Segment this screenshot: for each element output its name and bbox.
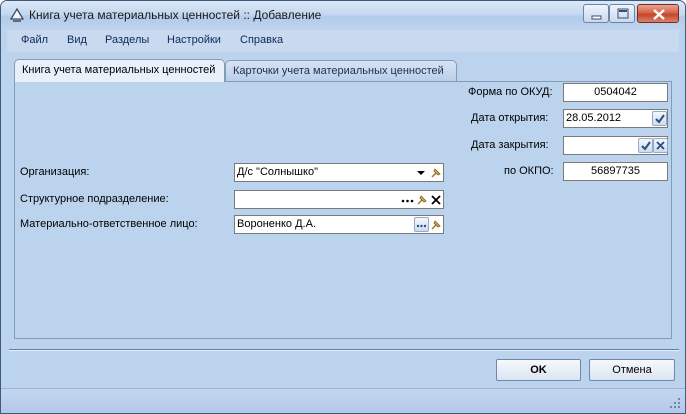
menu-help[interactable]: Справка bbox=[240, 34, 283, 46]
open-date-label: Дата открытия: bbox=[471, 112, 549, 124]
menu-sections[interactable]: Разделы bbox=[105, 34, 149, 46]
okud-label: Форма по ОКУД: bbox=[468, 86, 553, 98]
organization-field[interactable]: Д/с "Солнышко" bbox=[234, 163, 444, 182]
minimize-icon bbox=[591, 15, 602, 20]
organization-pin-button[interactable] bbox=[429, 165, 444, 180]
pin-icon bbox=[431, 168, 441, 178]
organization-value: Д/с "Солнышко" bbox=[237, 166, 318, 178]
ok-button[interactable]: OK bbox=[496, 359, 581, 381]
close-icon bbox=[653, 9, 665, 20]
tab-cards[interactable]: Карточки учета материальных ценностей bbox=[225, 60, 457, 82]
department-pin-button[interactable] bbox=[415, 192, 430, 207]
close-date-field[interactable] bbox=[563, 136, 668, 155]
okpo-field[interactable]: 56897735 bbox=[563, 162, 668, 181]
okpo-label: по ОКПО: bbox=[504, 165, 554, 177]
okpo-value: 56897735 bbox=[591, 165, 640, 177]
maximize-button[interactable] bbox=[609, 4, 635, 23]
responsible-person-value: Вороненко Д.А. bbox=[237, 218, 316, 230]
maximize-icon bbox=[617, 8, 629, 19]
ellipsis-icon bbox=[416, 224, 427, 228]
department-label: Структурное подразделение: bbox=[20, 193, 169, 205]
calendar-dropdown-button[interactable] bbox=[652, 111, 667, 126]
open-date-value: 28.05.2012 bbox=[566, 112, 622, 124]
minimize-button[interactable] bbox=[583, 4, 609, 23]
department-browse-button[interactable] bbox=[400, 192, 415, 207]
department-clear-button[interactable] bbox=[430, 192, 445, 207]
menu-view[interactable]: Вид bbox=[67, 34, 87, 46]
window-title: Книга учета материальных ценностей :: До… bbox=[29, 8, 322, 22]
checkmark-icon bbox=[655, 114, 665, 124]
responsible-person-pin-button[interactable] bbox=[429, 217, 444, 232]
divider bbox=[9, 349, 679, 351]
pin-icon bbox=[431, 220, 441, 230]
app-icon bbox=[9, 7, 25, 23]
dialog-window: Книга учета материальных ценностей :: До… bbox=[0, 0, 686, 414]
checkmark-icon bbox=[641, 141, 651, 151]
organization-label: Организация: bbox=[20, 166, 90, 178]
menu-settings[interactable]: Настройки bbox=[167, 34, 221, 46]
responsible-person-label: Материально-ответственное лицо: bbox=[20, 218, 198, 230]
open-date-field[interactable]: 28.05.2012 bbox=[563, 109, 668, 128]
dropdown-button[interactable] bbox=[414, 165, 429, 180]
pin-icon bbox=[417, 195, 427, 205]
close-date-clear-button[interactable] bbox=[653, 138, 668, 153]
cancel-button[interactable]: Отмена bbox=[589, 359, 675, 381]
close-date-confirm-button[interactable] bbox=[638, 138, 653, 153]
ellipsis-icon bbox=[401, 199, 414, 203]
menu-bar: Файл Вид Разделы Настройки Справка bbox=[7, 30, 679, 52]
close-date-label: Дата закрытия: bbox=[471, 139, 549, 151]
responsible-person-browse-button[interactable] bbox=[414, 217, 429, 232]
resize-grip-icon[interactable] bbox=[669, 397, 681, 409]
title-bar[interactable]: Книга учета материальных ценностей :: До… bbox=[1, 1, 685, 30]
okud-field[interactable]: 0504042 bbox=[563, 83, 668, 102]
responsible-person-field[interactable]: Вороненко Д.А. bbox=[234, 215, 444, 234]
status-bar bbox=[1, 388, 685, 413]
department-field[interactable] bbox=[234, 190, 444, 209]
tab-book[interactable]: Книга учета материальных ценностей bbox=[14, 59, 225, 82]
okud-value: 0504042 bbox=[594, 86, 637, 98]
clear-icon bbox=[656, 141, 665, 150]
menu-file[interactable]: Файл bbox=[21, 34, 48, 46]
close-button[interactable] bbox=[637, 4, 679, 23]
chevron-down-icon bbox=[417, 171, 425, 175]
clear-icon bbox=[431, 195, 441, 205]
